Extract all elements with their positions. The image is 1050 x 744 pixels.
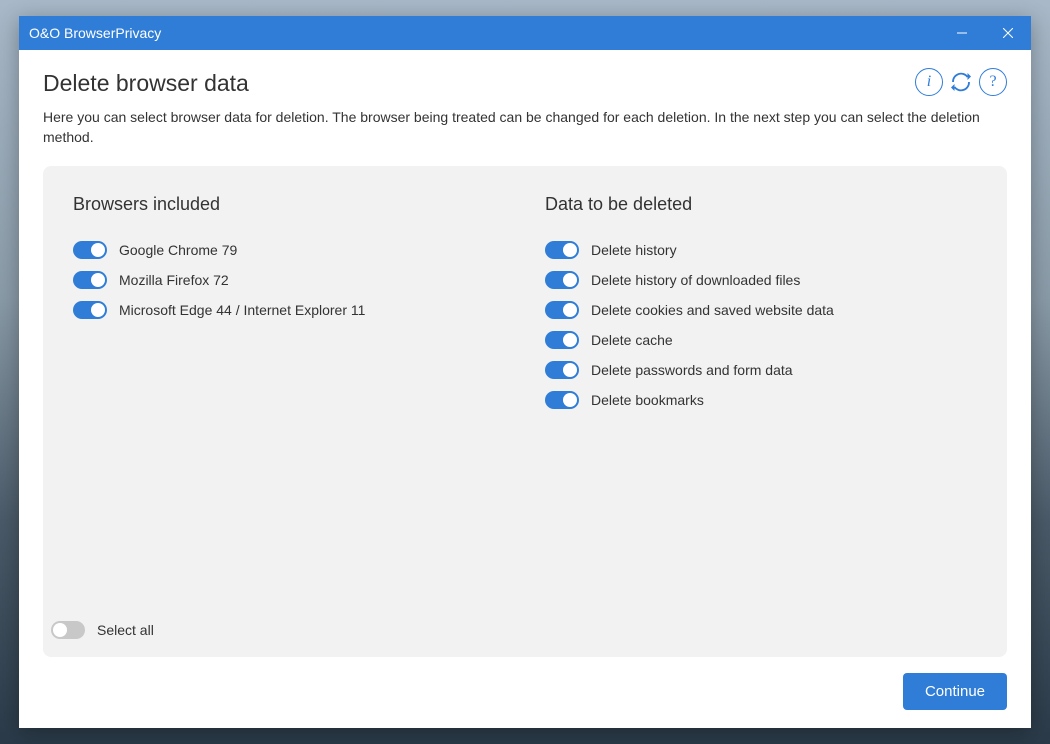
page-description: Here you can select browser data for del… [43,107,1007,148]
data-item-toggle[interactable] [545,361,579,379]
browsers-column: Browsers included Google Chrome 79 Mozill… [73,194,505,609]
data-item-row: Delete history [545,241,977,259]
toggle-knob [91,303,105,317]
app-window: O&O BrowserPrivacy Delete browser data i [19,16,1031,728]
data-item-label: Delete cookies and saved website data [591,302,834,318]
refresh-icon [948,69,974,95]
minimize-icon [957,28,967,38]
browser-item-row: Microsoft Edge 44 / Internet Explorer 11 [73,301,505,319]
data-item-toggle[interactable] [545,331,579,349]
content-area: Delete browser data i ? Here [19,50,1031,728]
data-item-label: Delete bookmarks [591,392,704,408]
refresh-button[interactable] [947,68,975,96]
help-button[interactable]: ? [979,68,1007,96]
data-item-toggle[interactable] [545,241,579,259]
data-item-toggle[interactable] [545,271,579,289]
footer: Continue [43,657,1007,710]
titlebar: O&O BrowserPrivacy [19,16,1031,50]
select-all-label: Select all [97,622,154,638]
browser-item-row: Mozilla Firefox 72 [73,271,505,289]
page-title: Delete browser data [43,70,249,97]
browser-item-row: Google Chrome 79 [73,241,505,259]
close-button[interactable] [985,16,1031,50]
toggle-knob [91,243,105,257]
data-item-toggle[interactable] [545,391,579,409]
info-icon: i [927,73,931,91]
data-item-label: Delete history of downloaded files [591,272,800,288]
browser-item-label: Mozilla Firefox 72 [119,272,229,288]
toggle-knob [563,393,577,407]
data-list: Delete history Delete history of download… [545,241,977,409]
close-icon [1003,28,1013,38]
continue-button[interactable]: Continue [903,673,1007,710]
toggle-knob [563,363,577,377]
data-item-row: Delete bookmarks [545,391,977,409]
toggle-knob [563,273,577,287]
toggle-knob [563,303,577,317]
browser-item-label: Google Chrome 79 [119,242,237,258]
browsers-list: Google Chrome 79 Mozilla Firefox 72 Micros… [73,241,505,319]
browser-item-toggle[interactable] [73,271,107,289]
data-item-row: Delete cookies and saved website data [545,301,977,319]
data-column: Data to be deleted Delete historyDelete … [545,194,977,609]
toggle-knob [53,623,67,637]
columns: Browsers included Google Chrome 79 Mozill… [73,194,977,609]
app-title: O&O BrowserPrivacy [29,25,939,41]
data-item-row: Delete passwords and form data [545,361,977,379]
browser-item-toggle[interactable] [73,241,107,259]
browsers-heading: Browsers included [73,194,505,215]
browser-item-label: Microsoft Edge 44 / Internet Explorer 11 [119,302,365,318]
help-icon: ? [989,73,996,91]
select-all-row: Select all [51,609,977,639]
data-heading: Data to be deleted [545,194,977,215]
data-item-row: Delete cache [545,331,977,349]
toggle-knob [563,243,577,257]
data-item-label: Delete history [591,242,677,258]
window-controls [939,16,1031,50]
data-item-row: Delete history of downloaded files [545,271,977,289]
info-button[interactable]: i [915,68,943,96]
data-item-toggle[interactable] [545,301,579,319]
toggle-knob [91,273,105,287]
data-item-label: Delete passwords and form data [591,362,793,378]
select-all-toggle[interactable] [51,621,85,639]
browser-item-toggle[interactable] [73,301,107,319]
minimize-button[interactable] [939,16,985,50]
options-panel: Browsers included Google Chrome 79 Mozill… [43,166,1007,657]
header-actions: i ? [915,68,1007,96]
data-item-label: Delete cache [591,332,673,348]
header-row: Delete browser data i ? [43,70,1007,107]
toggle-knob [563,333,577,347]
